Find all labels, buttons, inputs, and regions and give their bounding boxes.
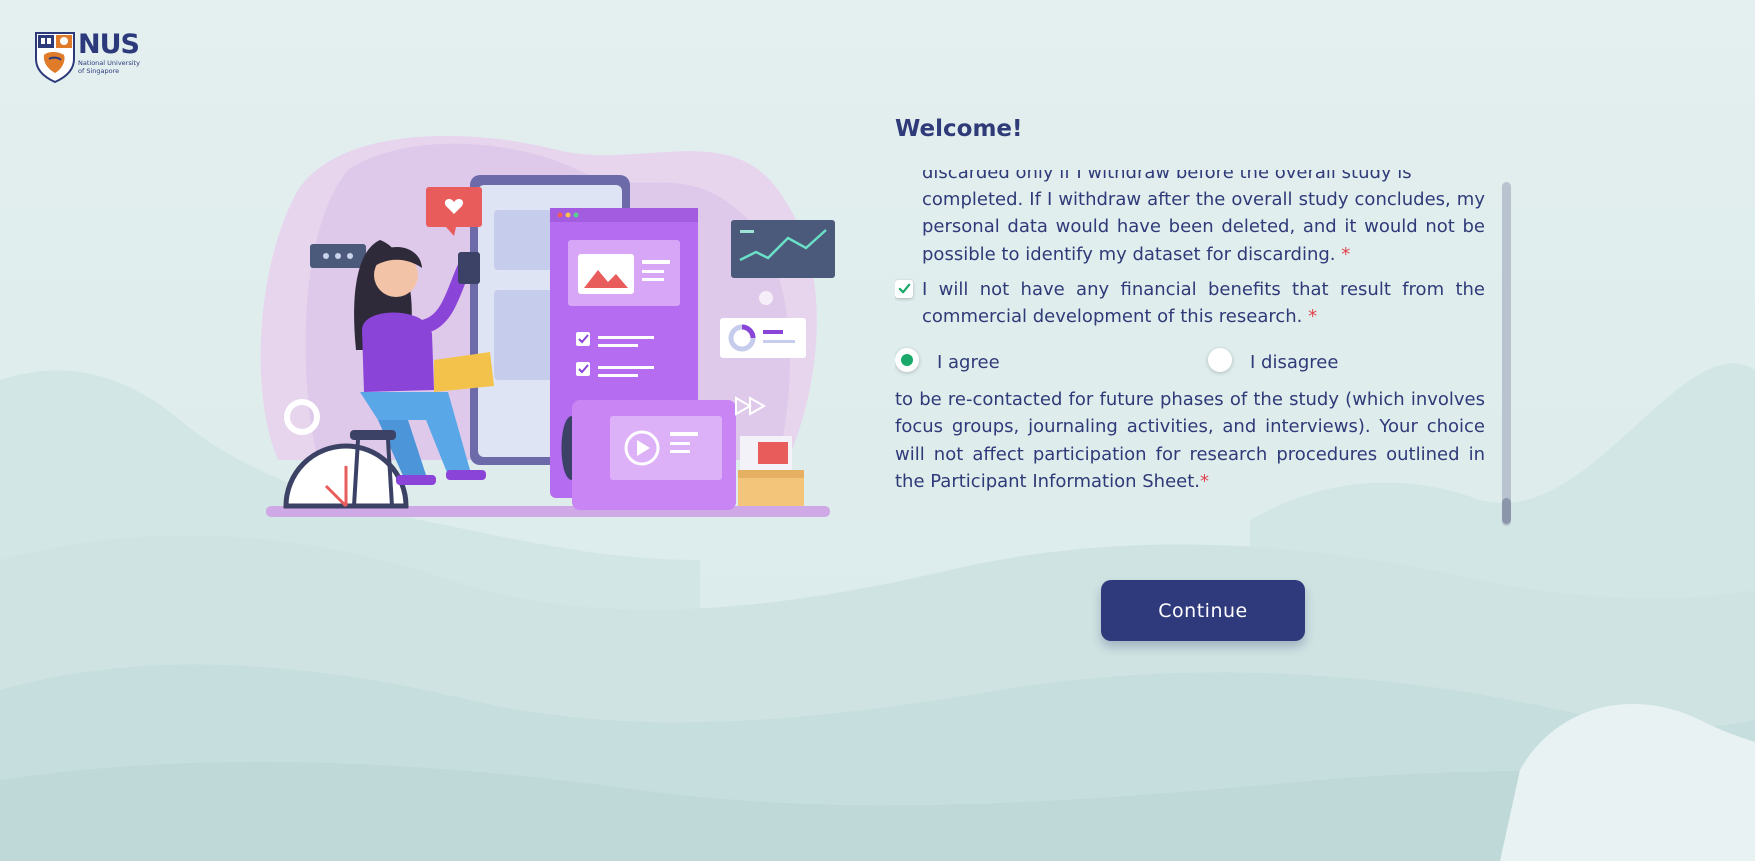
required-marker: * bbox=[1308, 306, 1318, 328]
financial-consent-item: I will not have any financial benefits t… bbox=[895, 276, 1485, 330]
withdraw-text: completed. If I withdraw after the overa… bbox=[922, 189, 1485, 265]
radio-agree[interactable] bbox=[895, 347, 919, 372]
hero-illustration bbox=[260, 135, 835, 517]
radio-agree-label: I agree bbox=[937, 352, 1000, 374]
nus-shield-icon bbox=[35, 32, 75, 83]
recontact-radio-group: I agree I disagree bbox=[895, 346, 1485, 386]
continue-button[interactable]: Continue bbox=[1101, 580, 1305, 641]
financial-consent-checkbox[interactable] bbox=[895, 279, 913, 298]
radio-disagree-label: I disagree bbox=[1250, 352, 1339, 374]
required-marker: * bbox=[1200, 470, 1210, 492]
consent-withdraw-item: completed. If I withdraw after the overa… bbox=[922, 186, 1485, 268]
financial-consent-text: I will not have any financial benefits t… bbox=[922, 278, 1485, 328]
logo-title: NUS bbox=[78, 29, 140, 60]
check-icon bbox=[898, 283, 910, 294]
scrollbar-track[interactable] bbox=[1502, 182, 1511, 526]
radio-option-disagree[interactable]: I disagree bbox=[1208, 346, 1338, 373]
nus-logo[interactable]: NUS National University of Singapore bbox=[34, 31, 140, 83]
radio-selected-dot bbox=[901, 353, 913, 366]
logo-subtitle-line1: National University bbox=[78, 59, 140, 67]
consent-scroll-area[interactable]: discarded only if I withdraw before the … bbox=[895, 170, 1485, 520]
recontact-description: to be re-contacted for future phases of … bbox=[895, 386, 1485, 495]
logo-subtitle-line2: of Singapore bbox=[78, 67, 120, 75]
scrollbar-thumb[interactable] bbox=[1502, 498, 1511, 524]
radio-option-agree[interactable]: I agree bbox=[895, 346, 1000, 373]
required-marker: * bbox=[1341, 243, 1351, 265]
consent-content: discarded only if I withdraw before the … bbox=[895, 170, 1485, 495]
recontact-text: to be re-contacted for future phases of … bbox=[895, 389, 1485, 492]
consent-partial-text: discarded only if I withdraw before the … bbox=[922, 170, 1412, 183]
consent-partial-line: discarded only if I withdraw before the … bbox=[922, 170, 1485, 186]
financial-consent-label: I will not have any financial benefits t… bbox=[922, 276, 1485, 330]
welcome-title: Welcome! bbox=[895, 116, 1023, 142]
radio-disagree[interactable] bbox=[1208, 347, 1232, 372]
